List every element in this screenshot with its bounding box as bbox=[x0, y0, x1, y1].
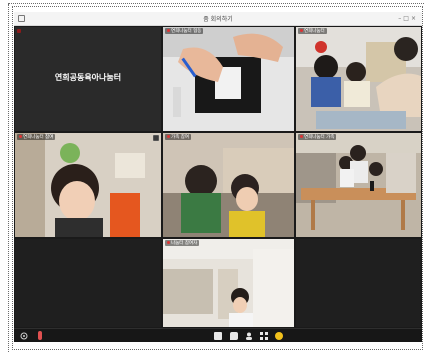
chat-icon[interactable] bbox=[230, 332, 238, 340]
participant-label: 나눔터 참여자 bbox=[165, 240, 200, 246]
grid-view-icon[interactable] bbox=[260, 332, 268, 340]
tile-options-icon[interactable] bbox=[17, 29, 21, 33]
participant-label: 가족 참여 bbox=[165, 134, 191, 140]
page-border-left bbox=[8, 4, 9, 352]
meeting-window: 줌 회의하기 –□× 연희공동육아나눔터 연희나눔터 협동 연희나눔터 연희나눔… bbox=[14, 12, 422, 342]
video-tile-7[interactable]: 나눔터 참여자 bbox=[162, 238, 295, 328]
video-tile-2[interactable]: 연희나눔터 협동 bbox=[162, 26, 295, 132]
video-feed-4 bbox=[15, 133, 161, 237]
window-controls[interactable]: –□× bbox=[398, 15, 418, 22]
empty-tile-left bbox=[14, 238, 162, 328]
title-bar: 줌 회의하기 –□× bbox=[14, 12, 422, 26]
participant-label: 연희나눔터 참여 bbox=[17, 134, 56, 140]
video-feed-6 bbox=[296, 133, 421, 237]
participants-icon[interactable] bbox=[245, 332, 253, 340]
participant-label: 연희나눔터 bbox=[298, 28, 327, 34]
page-border-top bbox=[8, 3, 424, 4]
video-feed-3 bbox=[296, 27, 421, 131]
empty-tile-right bbox=[295, 238, 422, 328]
mic-icon[interactable] bbox=[38, 331, 42, 340]
participant-label: 연희나눔터 협동 bbox=[165, 28, 204, 34]
video-tile-6[interactable]: 연희나눔터 가족 bbox=[295, 132, 422, 238]
video-tile-5[interactable]: 가족 참여 bbox=[162, 132, 295, 238]
settings-icon[interactable] bbox=[20, 332, 28, 340]
video-feed-2 bbox=[163, 27, 294, 131]
video-grid: 연희공동육아나눔터 연희나눔터 협동 연희나눔터 연희나눔터 참여 가족 참여 … bbox=[14, 26, 422, 328]
window-title: 줌 회의하기 bbox=[203, 16, 233, 23]
tile-options-icon[interactable] bbox=[153, 135, 159, 141]
share-screen-icon[interactable] bbox=[214, 332, 222, 340]
video-tile-4[interactable]: 연희나눔터 참여 bbox=[14, 132, 162, 238]
video-tile-host[interactable]: 연희공동육아나눔터 bbox=[14, 26, 162, 132]
reactions-icon[interactable] bbox=[275, 332, 283, 340]
video-feed-7 bbox=[163, 239, 294, 327]
video-tile-3[interactable]: 연희나눔터 bbox=[295, 26, 422, 132]
video-feed-5 bbox=[163, 133, 294, 237]
meeting-toolbar bbox=[14, 328, 422, 342]
host-name: 연희공동육아나눔터 bbox=[54, 73, 122, 82]
participant-label: 연희나눔터 가족 bbox=[298, 134, 337, 140]
